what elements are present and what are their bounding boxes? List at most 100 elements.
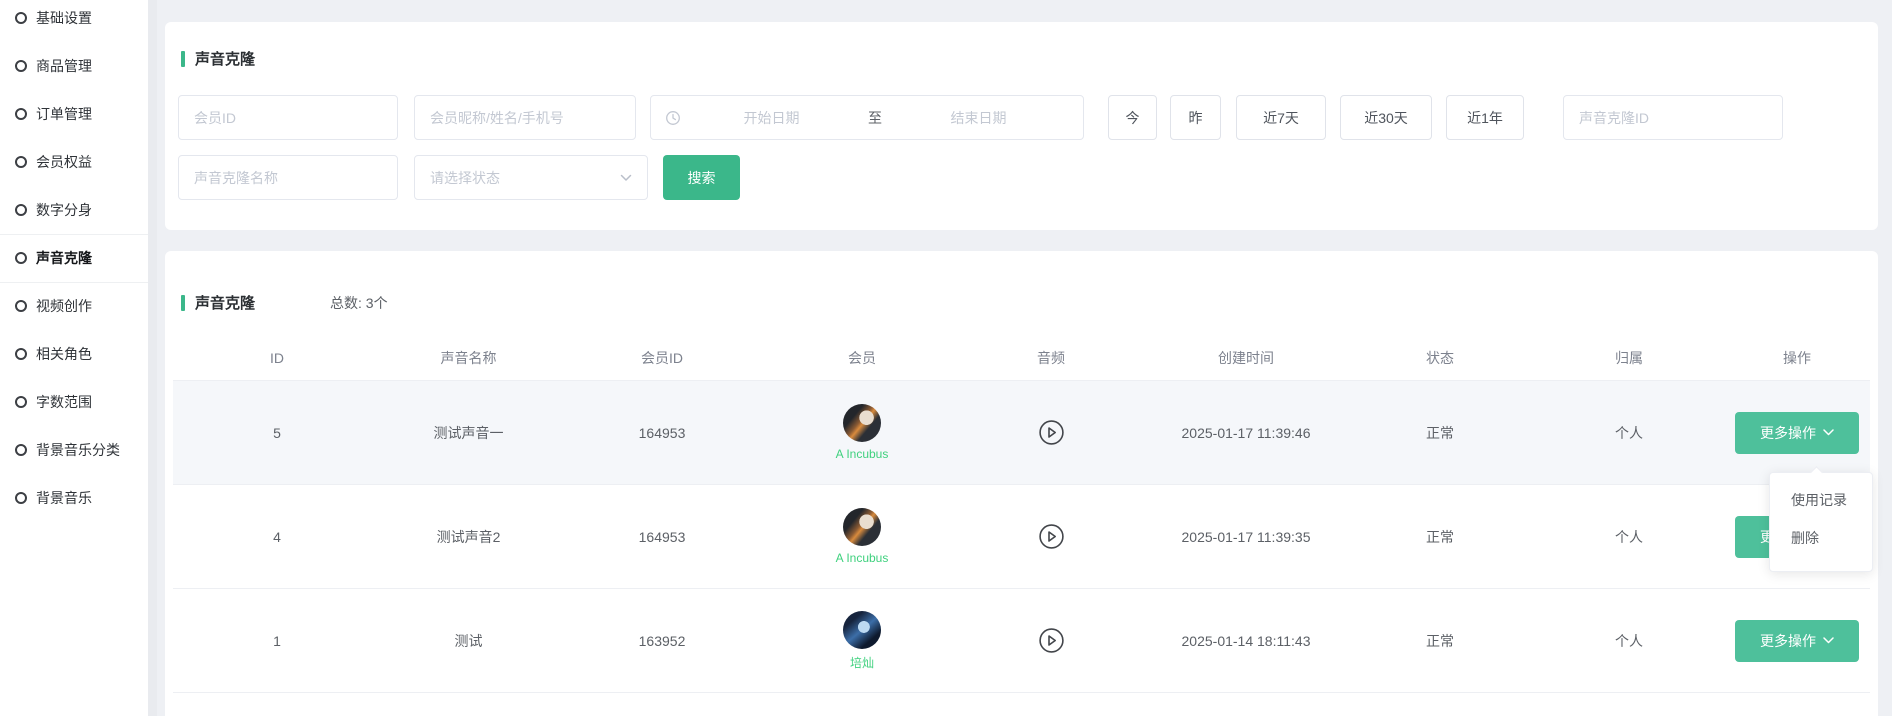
sidebar-item-basic-settings[interactable]: 基础设置 [15,6,92,30]
date-range-picker[interactable]: 开始日期 至 结束日期 [650,95,1084,140]
date-end-placeholder: 结束日期 [888,108,1069,128]
column-header-voice-name: 声音名称 [381,348,556,368]
cell-member-id: 164953 [556,425,768,441]
sidebar-item-label: 商品管理 [36,56,92,76]
sidebar-item-label: 数字分身 [36,200,92,220]
cell-id: 5 [173,425,381,441]
cell-actions: 更多操作 [1724,620,1870,662]
cell-member: A Incubus [768,508,956,565]
dropdown-item-delete[interactable]: 删除 [1770,519,1872,557]
cell-id: 4 [173,529,381,545]
circle-icon [15,348,27,360]
dropdown-item-usage-records[interactable]: 使用记录 [1770,481,1872,519]
voice-clone-id-input[interactable] [1563,95,1783,140]
sidebar-item-product-management[interactable]: 商品管理 [15,54,92,78]
play-circle-icon[interactable] [1038,627,1065,654]
status-select[interactable]: 请选择状态 [414,155,648,200]
more-actions-button[interactable]: 更多操作 [1735,412,1859,454]
accent-bar [181,295,185,311]
filter-card-header: 声音克隆 [181,48,255,69]
cell-audio [956,419,1146,446]
column-header-actions: 操作 [1724,348,1870,368]
circle-icon [15,492,27,504]
cell-id: 1 [173,633,381,649]
sidebar-item-related-roles[interactable]: 相关角色 [15,342,92,366]
sidebar-item-label: 会员权益 [36,152,92,172]
accent-bar [181,51,185,67]
date-separator: 至 [862,108,888,128]
quick-range-1year-button[interactable]: 近1年 [1446,95,1524,140]
avatar [843,611,881,649]
sidebar-item-voice-clone[interactable]: 声音克隆 [15,246,92,270]
sidebar-item-digital-avatar[interactable]: 数字分身 [15,198,92,222]
member-name-link[interactable]: 培灿 [850,654,874,671]
quick-range-7days-button[interactable]: 近7天 [1236,95,1326,140]
cell-member-id: 163952 [556,633,768,649]
filter-card-title: 声音克隆 [195,48,255,69]
cell-status: 正常 [1346,423,1534,443]
chevron-down-icon [1823,637,1834,644]
filter-card: 声音克隆 开始日期 至 结束日期 今 昨 近7天 近30天 近1年 请选择状态 … [165,22,1878,230]
circle-icon [15,444,27,456]
voice-clone-name-input[interactable] [178,155,398,200]
table-card-title: 声音克隆 [195,292,255,313]
circle-icon [15,60,27,72]
circle-icon [15,156,27,168]
sidebar-item-member-benefits[interactable]: 会员权益 [15,150,92,174]
sidebar-item-word-count-range[interactable]: 字数范围 [15,390,92,414]
cell-created: 2025-01-17 11:39:35 [1146,529,1346,545]
avatar [843,508,881,546]
sidebar-item-bgm[interactable]: 背景音乐 [15,486,92,510]
sidebar-item-label: 背景音乐分类 [36,440,120,460]
chevron-down-icon [620,174,632,182]
total-count-label: 总数: 3个 [330,293,388,313]
sidebar-item-label: 字数范围 [36,392,92,412]
table-row: 4 测试声音2 164953 A Incubus 2025-01-17 11:3… [173,485,1870,589]
cell-owner: 个人 [1534,423,1724,443]
cell-owner: 个人 [1534,631,1724,651]
column-header-status: 状态 [1346,348,1534,368]
member-name-input[interactable] [414,95,636,140]
member-name-link[interactable]: A Incubus [836,447,889,461]
status-select-placeholder: 请选择状态 [430,168,500,188]
quick-range-today-button[interactable]: 今 [1108,95,1157,140]
sidebar-item-video-creation[interactable]: 视频创作 [15,294,92,318]
cell-member-id: 164953 [556,529,768,545]
more-actions-button[interactable]: 更多操作 [1735,620,1859,662]
circle-icon [15,396,27,408]
play-circle-icon[interactable] [1038,523,1065,550]
sidebar-item-label: 相关角色 [36,344,92,364]
member-name-link[interactable]: A Incubus [836,551,889,565]
table-header-row: ID 声音名称 会员ID 会员 音频 创建时间 状态 归属 操作 [173,335,1870,381]
sidebar-item-label: 视频创作 [36,296,92,316]
column-header-member-id: 会员ID [556,348,768,368]
cell-actions: 更多操作 [1724,412,1870,454]
sidebar-item-order-management[interactable]: 订单管理 [15,102,92,126]
column-header-audio: 音频 [956,348,1146,368]
cell-member: 培灿 [768,611,956,671]
cell-created: 2025-01-14 18:11:43 [1146,633,1346,649]
table-card: 声音克隆 总数: 3个 ID 声音名称 会员ID 会员 音频 创建时间 状态 归… [165,251,1878,716]
play-circle-icon[interactable] [1038,419,1065,446]
more-actions-label: 更多操作 [1760,631,1816,651]
column-header-member: 会员 [768,348,956,368]
sidebar-divider [0,282,148,283]
cell-audio [956,627,1146,654]
cell-voice-name: 测试 [381,631,556,651]
voice-clone-admin-page: 基础设置 商品管理 订单管理 会员权益 数字分身 声音克隆 视频创作 相关角色 … [0,0,1892,716]
sidebar-scrollbar[interactable] [148,0,157,716]
column-header-created: 创建时间 [1146,348,1346,368]
cell-voice-name: 测试声音2 [381,527,556,547]
sidebar-item-bgm-category[interactable]: 背景音乐分类 [15,438,120,462]
table-row: 5 测试声音一 164953 A Incubus 2025-01-17 11:3… [173,381,1870,485]
circle-icon [15,300,27,312]
sidebar-divider [0,234,148,235]
sidebar: 基础设置 商品管理 订单管理 会员权益 数字分身 声音克隆 视频创作 相关角色 … [0,0,148,716]
circle-icon [15,252,27,264]
quick-range-30days-button[interactable]: 近30天 [1340,95,1432,140]
search-button[interactable]: 搜索 [663,155,740,200]
member-id-input[interactable] [178,95,398,140]
cell-created: 2025-01-17 11:39:46 [1146,425,1346,441]
quick-range-yesterday-button[interactable]: 昨 [1170,95,1221,140]
date-start-placeholder: 开始日期 [681,108,862,128]
